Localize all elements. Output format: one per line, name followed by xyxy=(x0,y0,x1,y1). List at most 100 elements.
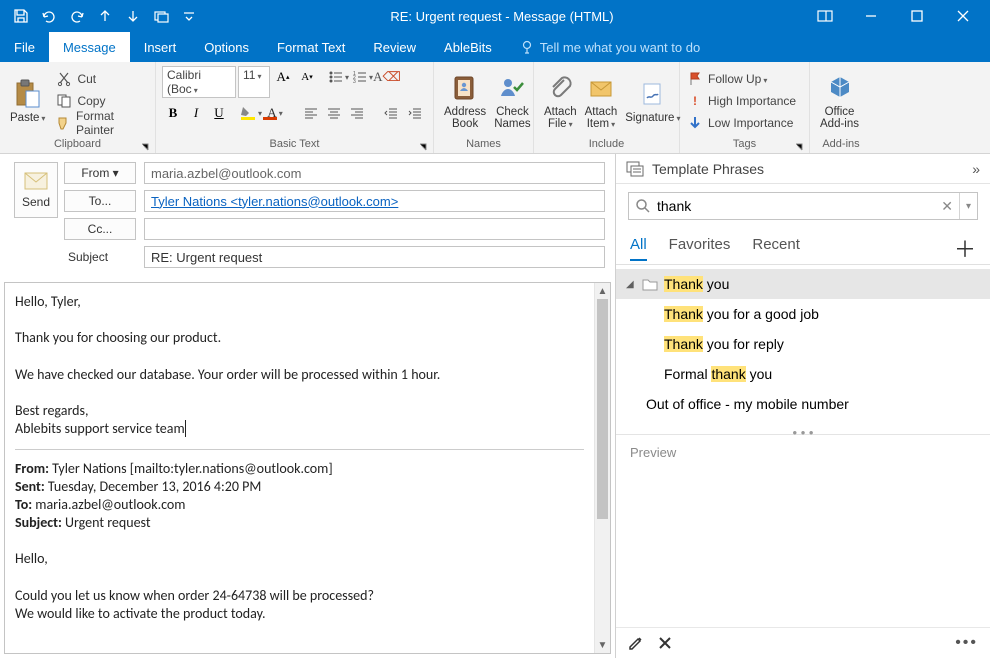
paste-icon xyxy=(12,78,44,110)
quote-greeting: Hello, xyxy=(15,550,584,568)
decrease-indent-icon[interactable] xyxy=(380,102,402,124)
scroll-track[interactable] xyxy=(595,299,610,637)
delete-icon[interactable] xyxy=(658,636,672,650)
pane-add-button[interactable]: ＋ xyxy=(954,232,976,264)
tab-message[interactable]: Message xyxy=(49,32,130,62)
titlebar: RE: Urgent request - Message (HTML) xyxy=(0,0,990,32)
main-area: Send From ▾ maria.azbel@outlook.com To..… xyxy=(0,154,990,658)
edit-icon[interactable] xyxy=(628,635,644,651)
clear-formatting-icon[interactable]: A⌫ xyxy=(376,66,398,88)
ribbon-tabs: File Message Insert Options Format Text … xyxy=(0,32,990,62)
tab-review[interactable]: Review xyxy=(359,32,430,62)
subject-field[interactable]: RE: Urgent request xyxy=(144,246,605,268)
tags-dialog-launcher[interactable] xyxy=(795,141,805,151)
send-receive-icon[interactable] xyxy=(148,3,174,29)
tree-item: Thank you for reply xyxy=(664,336,784,352)
message-body[interactable]: Hello, Tyler, Thank you for choosing our… xyxy=(4,282,611,654)
to-recipient[interactable]: Tyler Nations <tyler.nations@outlook.com… xyxy=(151,194,398,209)
send-button[interactable]: Send xyxy=(14,162,58,218)
italic-button[interactable]: I xyxy=(185,102,207,124)
scroll-up-icon[interactable]: ▲ xyxy=(595,283,610,299)
redo-icon[interactable] xyxy=(64,3,90,29)
attach-item-label: Attach Item xyxy=(585,106,618,131)
signature-label: Signature xyxy=(625,112,680,125)
align-left-icon[interactable] xyxy=(300,102,322,124)
tab-insert[interactable]: Insert xyxy=(130,32,191,62)
cc-button[interactable]: Cc... xyxy=(64,218,136,240)
increase-font-icon[interactable]: A▴ xyxy=(272,66,294,88)
numbering-icon[interactable]: 123 xyxy=(352,66,374,88)
save-icon[interactable] xyxy=(8,3,34,29)
from-button[interactable]: From ▾ xyxy=(64,162,136,184)
tell-me[interactable]: Tell me what you want to do xyxy=(506,32,700,62)
message-body-content[interactable]: Hello, Tyler, Thank you for choosing our… xyxy=(5,283,594,653)
high-importance-button[interactable]: !High Importance xyxy=(686,90,796,112)
quick-access-toolbar xyxy=(4,3,202,29)
cc-field[interactable] xyxy=(144,218,605,240)
high-importance-label: High Importance xyxy=(708,94,796,108)
clipboard-dialog-launcher[interactable] xyxy=(141,141,151,151)
tree-item-row[interactable]: Formal thank you xyxy=(616,359,990,389)
format-painter-button[interactable]: Format Painter xyxy=(55,112,149,134)
follow-up-button[interactable]: Follow Up xyxy=(686,68,796,90)
undo-icon[interactable] xyxy=(36,3,62,29)
attach-file-button[interactable]: Attach File xyxy=(540,72,581,131)
increase-indent-icon[interactable] xyxy=(404,102,426,124)
scroll-thumb[interactable] xyxy=(597,299,608,519)
low-importance-button[interactable]: Low Importance xyxy=(686,112,796,134)
search-input[interactable] xyxy=(657,198,935,214)
search-icon xyxy=(635,198,651,214)
maximize-button[interactable] xyxy=(894,0,940,32)
signature-button[interactable]: Signature xyxy=(621,78,684,125)
check-names-button[interactable]: Check Names xyxy=(490,72,534,130)
tree-item-row[interactable]: Out of office - my mobile number xyxy=(616,389,990,419)
search-options-icon[interactable]: ▾ xyxy=(966,201,971,212)
send-label: Send xyxy=(22,195,50,209)
highlight-color-icon[interactable] xyxy=(240,102,262,124)
pane-separator-dots[interactable]: • • • xyxy=(616,425,990,435)
pane-tab-recent[interactable]: Recent xyxy=(752,236,800,261)
previous-item-icon[interactable] xyxy=(92,3,118,29)
tree-caret-icon[interactable]: ◢ xyxy=(626,279,636,290)
tab-file[interactable]: File xyxy=(0,32,49,62)
address-book-button[interactable]: Address Book xyxy=(440,72,490,130)
to-button[interactable]: To... xyxy=(64,190,136,212)
office-addins-button[interactable]: Office Add-ins xyxy=(816,72,863,130)
minimize-button[interactable] xyxy=(848,0,894,32)
tab-options[interactable]: Options xyxy=(190,32,263,62)
basic-text-dialog-launcher[interactable] xyxy=(419,141,429,151)
pane-tab-all[interactable]: All xyxy=(630,236,647,261)
underline-button[interactable]: U xyxy=(208,102,230,124)
pane-more-icon[interactable]: ••• xyxy=(955,634,978,652)
bullets-icon[interactable] xyxy=(328,66,350,88)
next-item-icon[interactable] xyxy=(120,3,146,29)
quote-from: Tyler Nations [mailto:tyler.nations@outl… xyxy=(49,460,333,477)
decrease-font-icon[interactable]: A▾ xyxy=(296,66,318,88)
search-clear-icon[interactable]: ✕ xyxy=(941,198,953,215)
scroll-down-icon[interactable]: ▼ xyxy=(595,637,610,653)
from-value: maria.azbel@outlook.com xyxy=(144,162,605,184)
font-size-select[interactable]: 11 xyxy=(238,66,270,98)
cut-button[interactable]: Cut xyxy=(55,68,149,90)
close-button[interactable] xyxy=(940,0,986,32)
quote-to-label: To: xyxy=(15,496,32,513)
pane-tab-favorites[interactable]: Favorites xyxy=(669,236,731,261)
font-color-icon[interactable]: A xyxy=(264,102,286,124)
to-field[interactable]: Tyler Nations <tyler.nations@outlook.com… xyxy=(144,190,605,212)
body-scrollbar[interactable]: ▲ ▼ xyxy=(594,283,610,653)
qat-customize-icon[interactable] xyxy=(176,3,202,29)
tree-folder-row[interactable]: ◢ Thank you xyxy=(616,269,990,299)
align-right-icon[interactable] xyxy=(346,102,368,124)
paste-label: Paste xyxy=(10,112,45,125)
paste-button[interactable]: Paste xyxy=(6,78,49,125)
ribbon-display-options-icon[interactable] xyxy=(802,0,848,32)
font-name-select[interactable]: Calibri (Boc xyxy=(162,66,236,98)
bold-button[interactable]: B xyxy=(162,102,184,124)
tab-ablebits[interactable]: AbleBits xyxy=(430,32,506,62)
tree-item-row[interactable]: Thank you for a good job xyxy=(616,299,990,329)
align-center-icon[interactable] xyxy=(323,102,345,124)
pane-collapse-icon[interactable]: » xyxy=(972,161,980,177)
attach-item-button[interactable]: Attach Item xyxy=(581,72,622,131)
tree-item-row[interactable]: Thank you for reply xyxy=(616,329,990,359)
tab-format-text[interactable]: Format Text xyxy=(263,32,359,62)
